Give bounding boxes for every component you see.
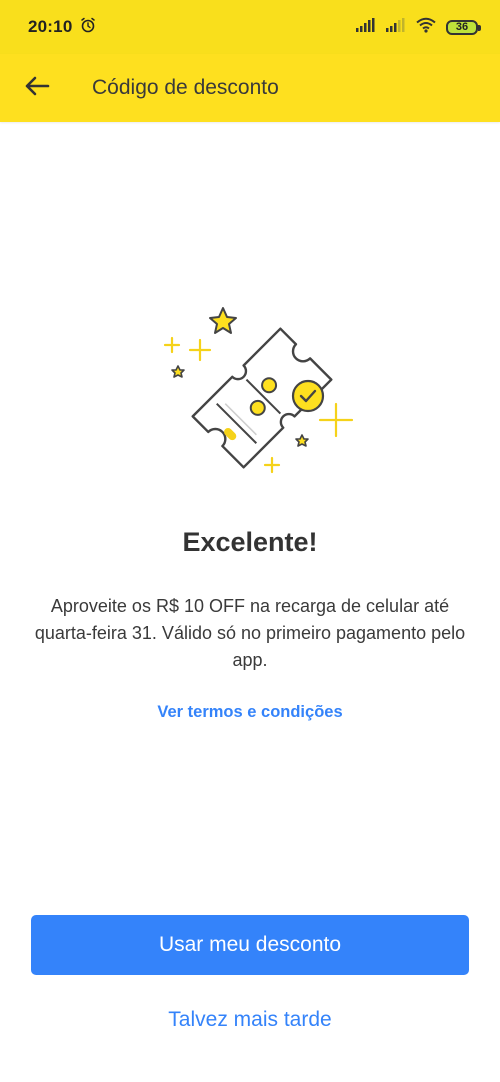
terms-link[interactable]: Ver termos e condições <box>0 703 500 722</box>
use-discount-button[interactable]: Usar meu desconto <box>31 915 469 975</box>
signal-icon <box>356 17 376 37</box>
status-bar: 20:10 36 <box>0 0 500 54</box>
back-button[interactable] <box>22 73 52 103</box>
status-left: 20:10 <box>28 17 96 38</box>
page-title: Código de desconto <box>92 76 279 99</box>
discount-ticket-illustration <box>150 298 360 488</box>
maybe-later-button[interactable]: Talvez mais tarde <box>0 1008 500 1032</box>
status-right: 36 <box>356 17 481 38</box>
arrow-left-icon <box>24 75 50 102</box>
wifi-icon <box>416 17 436 38</box>
discount-description: Aproveite os R$ 10 OFF na recarga de cel… <box>34 596 466 670</box>
signal-icon-2 <box>386 17 406 37</box>
discount-ticket-icon <box>163 307 354 474</box>
app-bar: Código de desconto <box>0 54 500 122</box>
alarm-icon <box>80 17 96 38</box>
battery-icon: 36 <box>446 19 481 35</box>
status-time: 20:10 <box>28 17 73 36</box>
success-heading: Excelente! <box>182 527 318 557</box>
use-discount-label: Usar meu desconto <box>158 933 342 956</box>
